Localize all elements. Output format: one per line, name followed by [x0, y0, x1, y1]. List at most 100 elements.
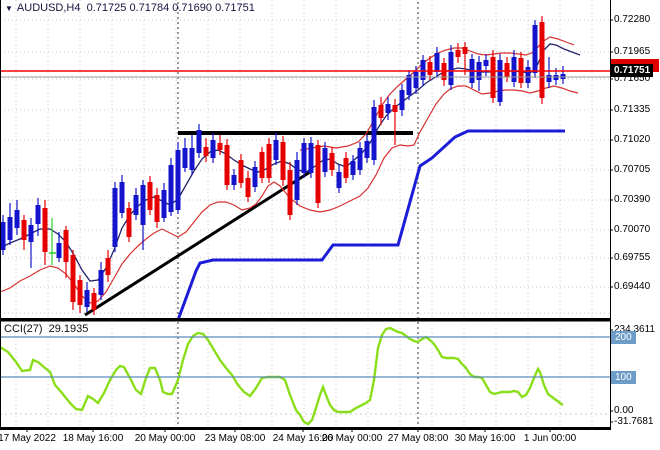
- indicator-label: CCI(27) 29.1935: [4, 323, 88, 335]
- candle-body: [427, 62, 433, 75]
- candle-body: [210, 140, 216, 158]
- candle-body: [322, 148, 328, 172]
- candle-body: [364, 141, 370, 158]
- candle-body: [189, 148, 195, 170]
- candle-body: [308, 143, 314, 173]
- candle-body: [511, 57, 517, 82]
- trading-chart-window: { "header": { "symbol": "AUDUSD,H4", "oh…: [0, 0, 660, 450]
- candle-body: [259, 152, 265, 178]
- candle-body: [182, 148, 188, 168]
- candle-body: [336, 172, 342, 188]
- candle-body: [35, 205, 41, 224]
- candle-body: [231, 175, 237, 185]
- candle-body: [280, 142, 286, 180]
- symbol-dropdown-icon[interactable]: ▼: [5, 4, 13, 13]
- candle-body: [119, 182, 125, 213]
- candle-body: [385, 104, 391, 113]
- candle-body: [63, 230, 69, 262]
- candle-body: [217, 143, 223, 150]
- price-axis-label: 0.71965: [614, 46, 651, 57]
- candle-body: [21, 220, 27, 240]
- candle-body: [525, 67, 531, 83]
- candle-body: [28, 225, 34, 242]
- symbol-label: AUDUSD,H4: [16, 2, 81, 14]
- candle-body: [70, 255, 76, 302]
- time-axis-label: 26 May 00:00: [321, 433, 383, 444]
- time-axis-label: 27 May 08:00: [387, 433, 449, 444]
- candle-body: [371, 107, 377, 160]
- candle-body: [266, 144, 272, 178]
- time-axis-label: 18 May 16:00: [62, 433, 124, 444]
- candle-body: [168, 165, 174, 212]
- candle-body: [497, 60, 503, 102]
- candle-body: [462, 47, 468, 54]
- time-axis-label: 23 May 08:00: [204, 433, 266, 444]
- candle-body: [126, 208, 132, 237]
- cci-line: [0, 326, 564, 426]
- candle-body: [287, 170, 293, 215]
- candle-body: [315, 145, 321, 203]
- price-axis-label: 0.69440: [614, 281, 651, 292]
- candle-body: [161, 190, 167, 218]
- candle-body: [448, 52, 454, 85]
- candle-body: [357, 148, 363, 170]
- price-axis-label: 0.71335: [614, 104, 651, 115]
- price-axis-label: 0.72280: [614, 14, 651, 25]
- cci-axis-label: -31.7681: [614, 416, 654, 427]
- candle-body: [392, 105, 398, 112]
- candle-body: [238, 160, 244, 183]
- candle-body: [301, 143, 307, 173]
- candle-body: [455, 50, 461, 57]
- candle-body: [399, 90, 405, 110]
- candle-body: [133, 195, 139, 215]
- cci-axis-label: 0.00: [614, 405, 634, 416]
- candle-body: [196, 130, 202, 153]
- candle-body: [14, 210, 20, 228]
- indicator-name: CCI(27): [4, 323, 43, 335]
- candle-body: [147, 182, 153, 210]
- candle-body: [413, 72, 419, 88]
- candle-body: [273, 140, 279, 160]
- candle-body: [42, 208, 48, 252]
- candle-body: [112, 188, 118, 247]
- cci-level-badge: 200: [611, 331, 636, 344]
- indicator-value: 29.1935: [48, 323, 89, 335]
- bottom-frame: [0, 427, 611, 430]
- candle-body: [504, 63, 510, 77]
- candle-body: [329, 153, 335, 170]
- ohlc-values: 0.71725 0.71784 0.71690 0.71751: [86, 2, 255, 14]
- time-axis-label: 30 May 16:00: [454, 433, 516, 444]
- candle-body: [350, 161, 356, 175]
- time-axis-label: 17 May 2022: [0, 433, 56, 444]
- chart-canvas[interactable]: [0, 0, 660, 450]
- candle-body: [343, 158, 349, 178]
- candle-body: [245, 178, 251, 197]
- candle-body: [406, 75, 412, 95]
- price-axis-label: 0.70390: [614, 194, 651, 205]
- candle-body: [546, 75, 552, 82]
- candle-body: [7, 217, 13, 240]
- cci-level-badge: 100: [611, 371, 636, 384]
- candle-body: [56, 243, 62, 258]
- candle-body: [98, 270, 104, 295]
- candle-body: [77, 280, 83, 305]
- price-axis-label: 0.71020: [614, 134, 651, 145]
- last-price-badge: 0.71751: [611, 64, 654, 77]
- candle-body: [224, 145, 230, 185]
- candle-body: [0, 222, 6, 250]
- candle-body: [539, 22, 545, 98]
- candle-body: [294, 160, 300, 200]
- candle-body: [434, 53, 440, 72]
- chart-title-bar: ▼ AUDUSD,H4 0.71725 0.71784 0.71690 0.717…: [5, 2, 255, 14]
- candle-body: [84, 290, 90, 307]
- candle-body: [91, 293, 97, 310]
- price-axis-label: 0.70705: [614, 164, 651, 175]
- candle-body: [532, 25, 538, 73]
- candle-body: [252, 167, 258, 187]
- candle-body: [154, 195, 160, 222]
- time-axis-label: 1 Jun 00:00: [523, 433, 577, 444]
- panel-divider: [0, 318, 611, 322]
- trend-line: [84, 170, 311, 317]
- candle-body: [105, 258, 111, 275]
- candle-body: [175, 150, 181, 210]
